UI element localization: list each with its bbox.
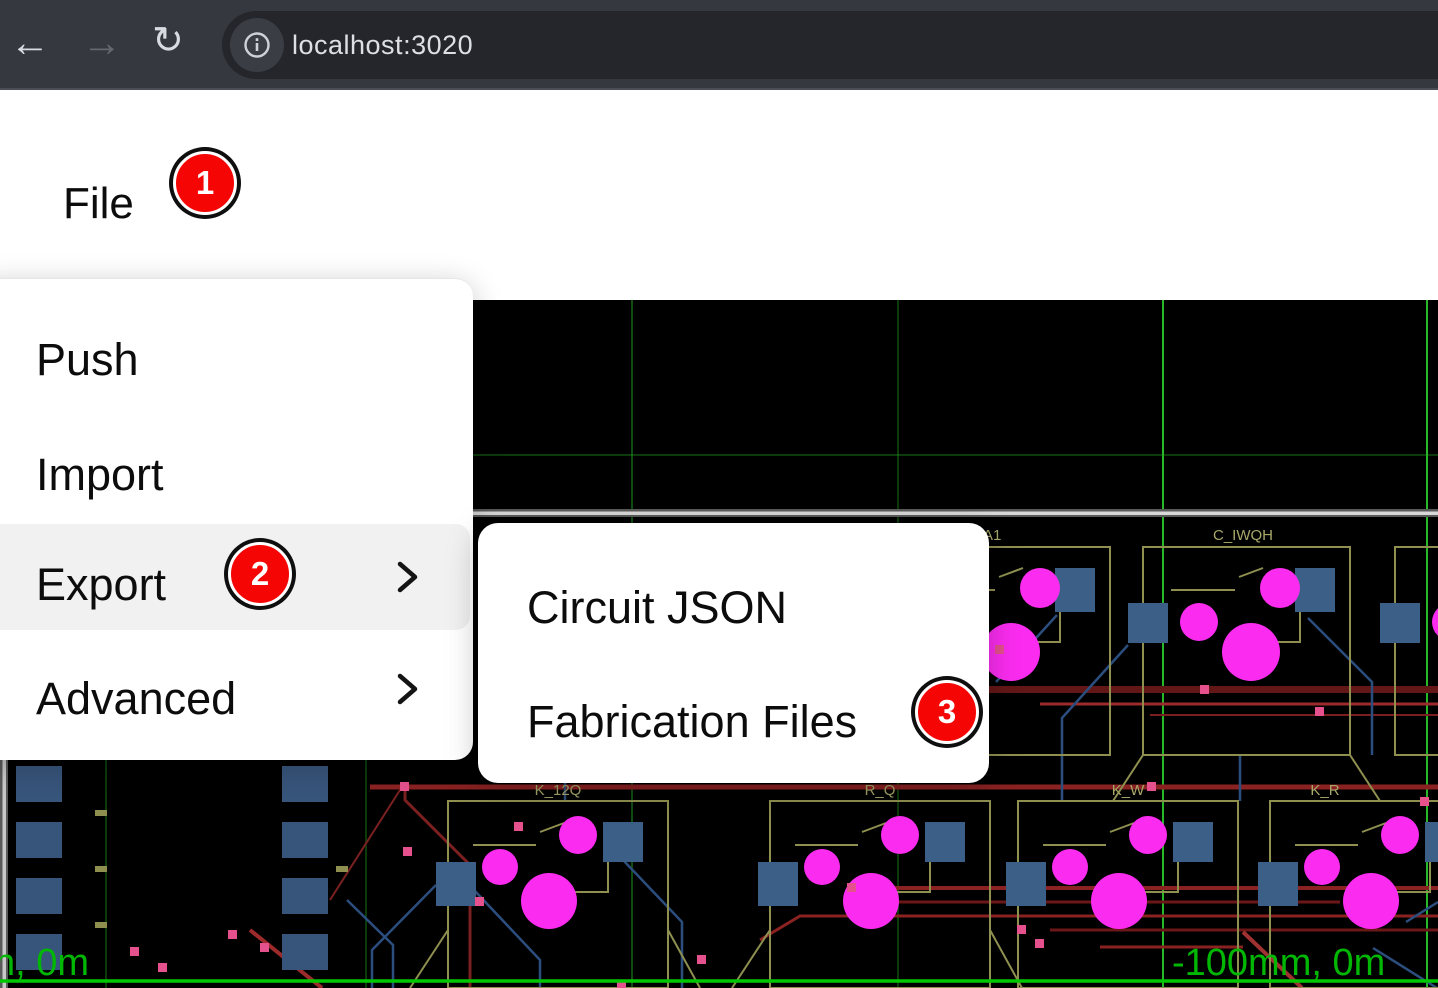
url-text: localhost:3020 [292, 30, 473, 60]
annotation-badge-2: 2 [228, 542, 292, 606]
annotation-badge-1: 1 [173, 151, 237, 215]
file-menu-trigger[interactable]: File [63, 182, 134, 226]
back-button[interactable]: ← [10, 23, 50, 63]
component-label: K_W [1112, 782, 1145, 799]
menu-item-push[interactable]: Push [36, 337, 139, 382]
menu-item-import[interactable]: Import [36, 452, 164, 497]
menu-item-export[interactable]: Export [36, 562, 166, 607]
pcb-coordinate-left: n, 0m [0, 942, 89, 984]
site-info-button[interactable] [230, 18, 284, 72]
browser-window: A1 C_IWQH K_12Q R_Q K_W K_R [0, 0, 1438, 988]
annotation-badge-3: 3 [915, 680, 979, 744]
forward-button[interactable]: → [82, 23, 122, 63]
chevron-right-icon [394, 670, 422, 708]
component-label: R_Q [865, 782, 896, 799]
submenu-item-circuit-json[interactable]: Circuit JSON [527, 585, 787, 630]
component-label: K_R [1310, 782, 1339, 799]
browser-toolbar: ← → ↻ localhost:3020 [0, 0, 1438, 90]
component-label: C_IWQH [1213, 527, 1273, 544]
reload-button[interactable]: ↻ [152, 21, 184, 61]
component-label: K_12Q [535, 782, 582, 799]
submenu-item-fabrication-files[interactable]: Fabrication Files [527, 699, 857, 744]
chevron-right-icon [394, 558, 422, 596]
menu-item-advanced[interactable]: Advanced [36, 676, 236, 721]
pcb-coordinate-right: -100mm, 0m [1172, 942, 1385, 984]
address-bar[interactable]: localhost:3020 [222, 11, 1438, 79]
info-icon [243, 31, 271, 59]
